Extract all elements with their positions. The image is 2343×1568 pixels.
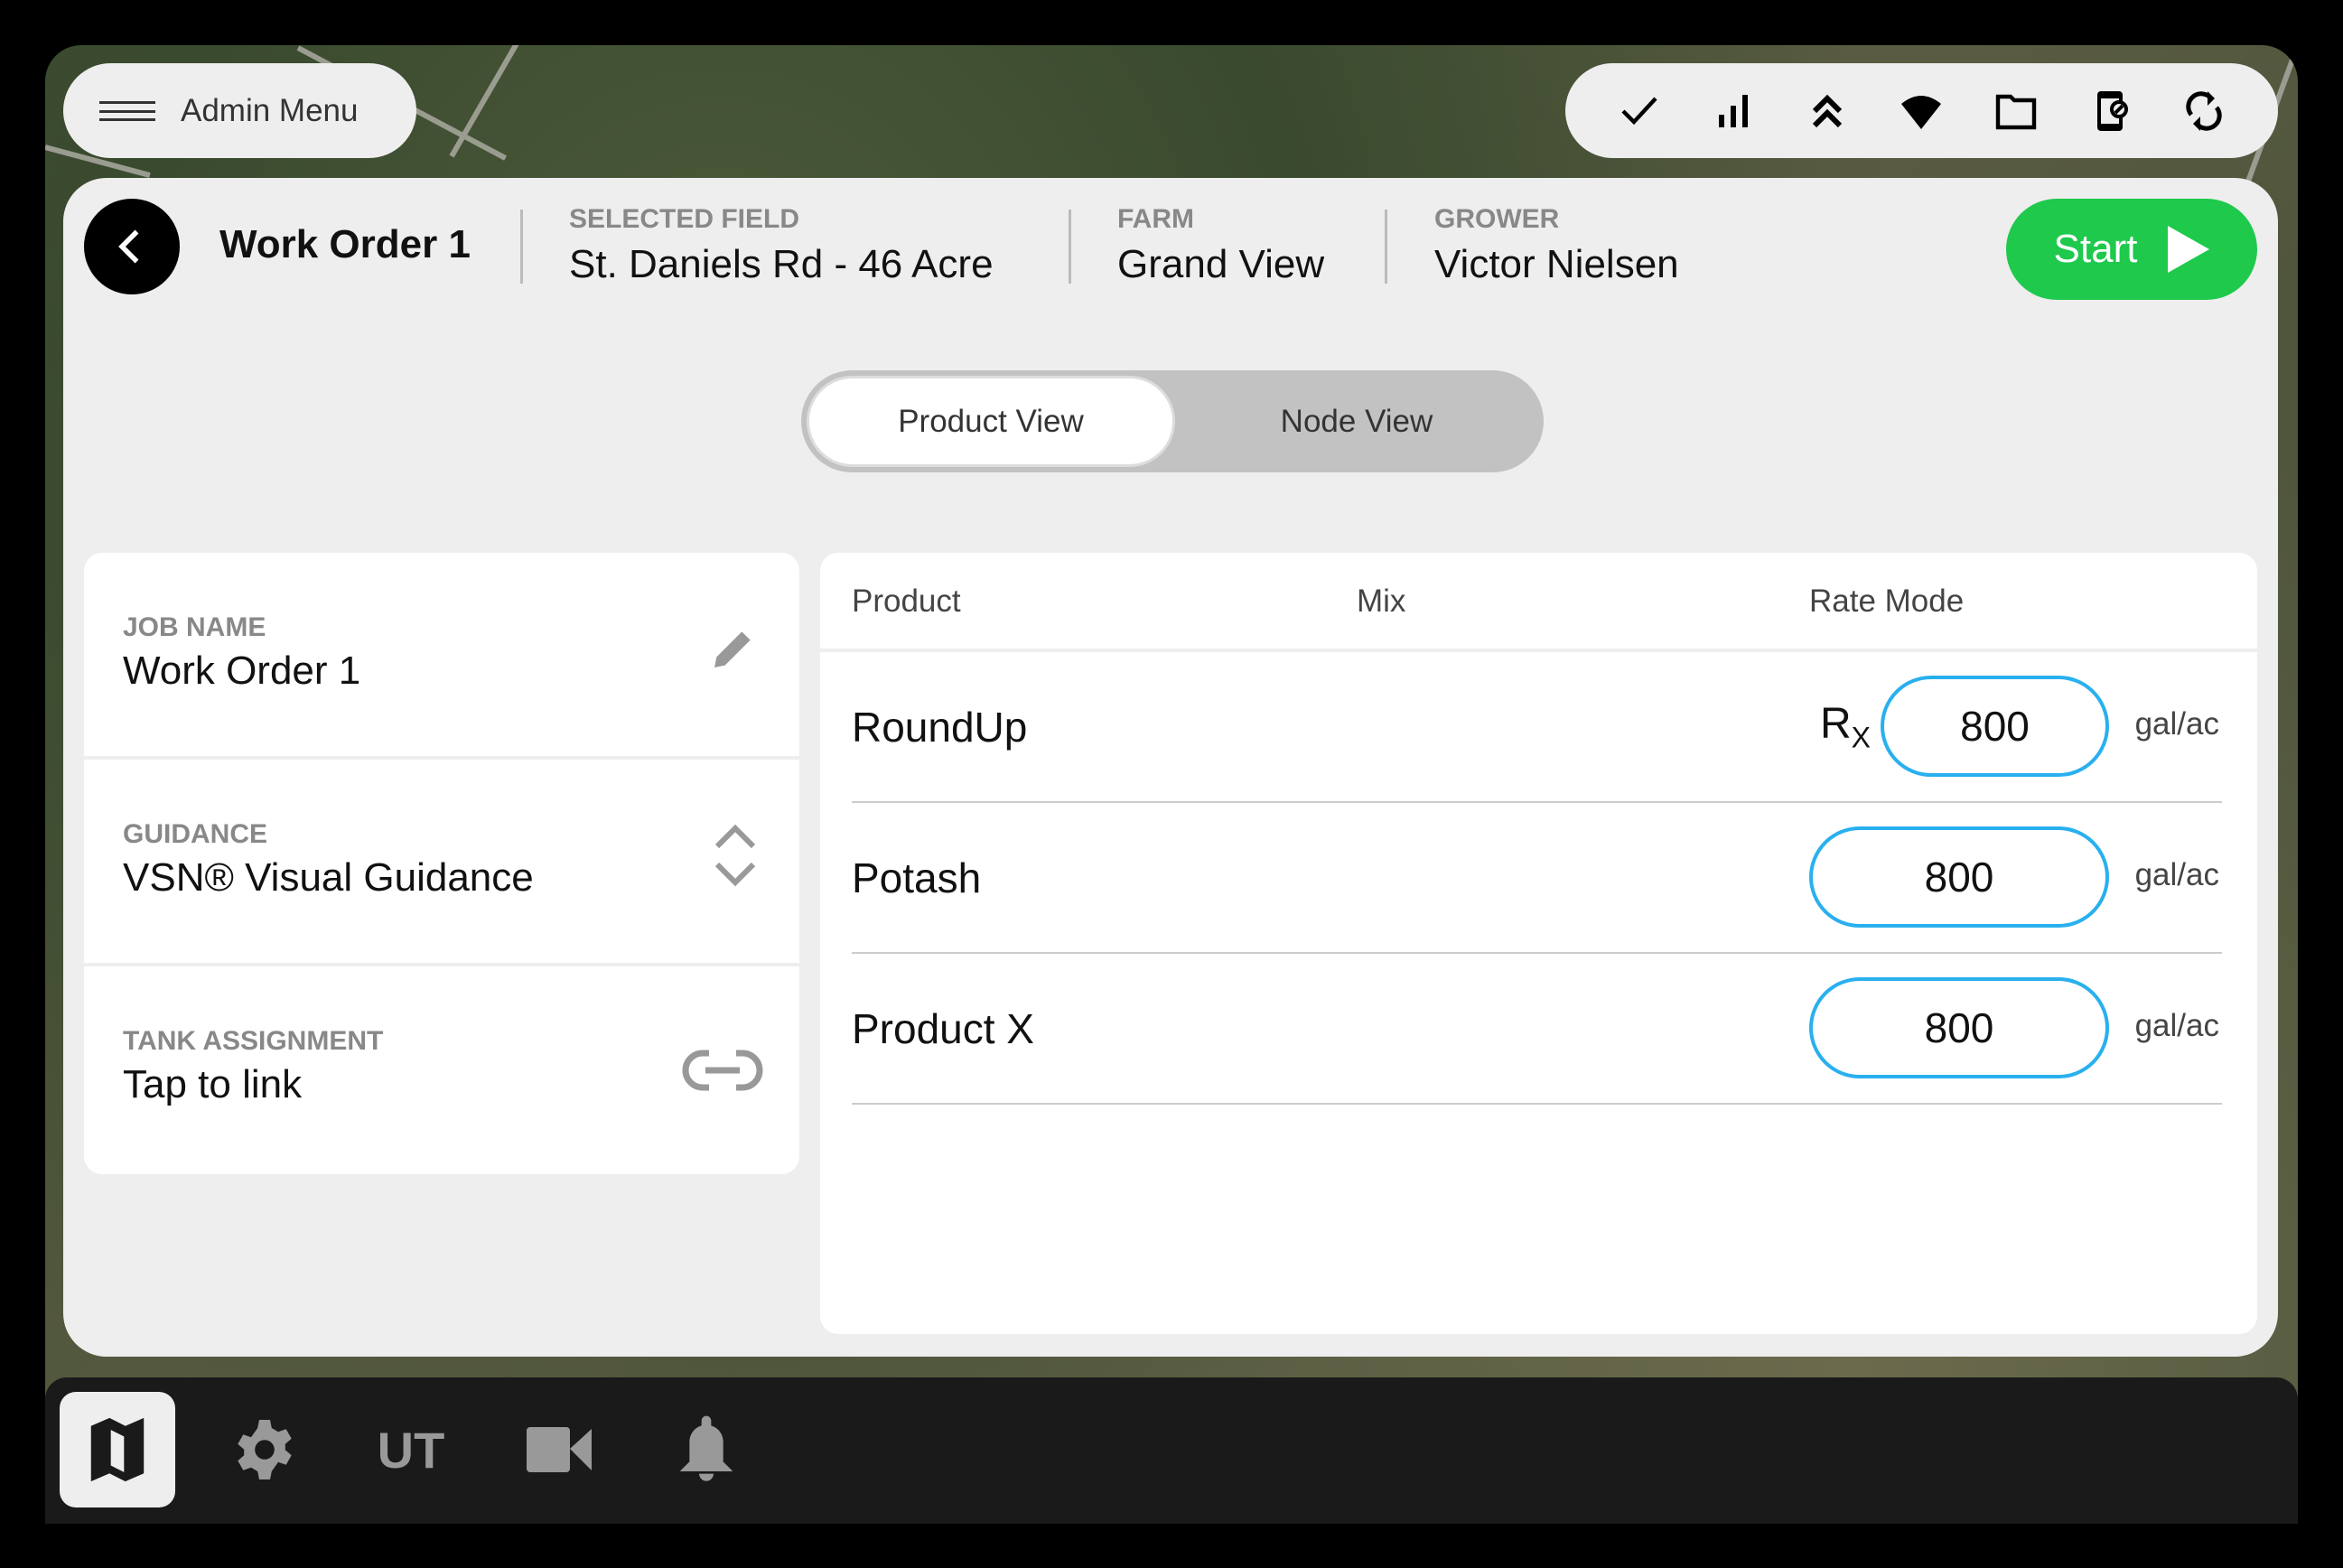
product-name: RoundUp [852,704,1028,751]
gear-icon [238,1420,292,1479]
double-chevron-up-icon[interactable] [1806,89,1849,133]
wifi-icon[interactable] [1900,89,1943,133]
rate-input[interactable]: 800 [1809,977,2109,1078]
farm-value: Grand View [1117,242,1325,286]
rate-unit: gal/ac [2134,1008,2219,1043]
pencil-icon[interactable] [708,623,759,674]
rx-label: R [1820,700,1852,748]
status-bar [1565,63,2278,158]
column-header-mix: Mix [1357,583,1406,619]
tank-assignment-label: TANK ASSIGNMENT [123,1026,384,1056]
column-header-product: Product [852,583,961,619]
bell-icon [679,1415,733,1481]
tank-assignment-row[interactable]: TANK ASSIGNMENT Tap to link [84,966,799,1173]
guidance-value: VSN® Visual Guidance [123,855,534,900]
signal-bars-icon[interactable] [1712,89,1755,133]
divider [1385,210,1387,284]
rate-unit: gal/ac [2134,857,2219,892]
tank-assignment-value: Tap to link [123,1062,303,1106]
rate-input[interactable]: 800 [1881,676,2109,777]
selected-field-label: SELECTED FIELD [569,204,800,234]
grower-label: GROWER [1434,204,1560,234]
bottom-nav: UT [45,1377,2298,1524]
table-row: Product X 800 gal/ac [852,954,2222,1105]
product-name: Product X [852,1005,1034,1052]
admin-menu-button[interactable]: Admin Menu [63,63,416,158]
play-icon [2168,226,2210,273]
nav-notifications[interactable] [649,1392,764,1507]
sync-icon[interactable] [2182,89,2226,133]
job-details-card: JOB NAME Work Order 1 GUIDANCE VSN® Visu… [84,553,799,1174]
page-title: Work Order 1 [219,222,471,266]
prescription-icon: RX [1820,699,1871,755]
nav-settings[interactable] [207,1392,322,1507]
table-row: RoundUp RX 800 gal/ac [852,652,2222,803]
nav-ut[interactable]: UT [353,1392,469,1507]
hamburger-icon [99,100,155,121]
tab-product-view[interactable]: Product View [807,376,1175,467]
tab-node-view[interactable]: Node View [1175,376,1538,467]
divider [520,210,523,284]
table-row: Potash 800 gal/ac [852,803,2222,954]
admin-menu-label: Admin Menu [181,92,359,128]
farm-label: FARM [1117,204,1194,234]
video-camera-icon [527,1427,592,1472]
selected-field-value: St. Daniels Rd - 46 Acre [569,242,994,286]
column-header-rate-mode: Rate Mode [1809,583,1965,619]
start-label: Start [2053,227,2138,271]
chevron-left-icon [118,229,139,264]
rate-unit: gal/ac [2134,706,2219,742]
job-name-row[interactable]: JOB NAME Work Order 1 [84,553,799,760]
check-icon[interactable] [1618,89,1661,133]
map-icon [90,1417,145,1482]
job-name-label: JOB NAME [123,612,266,642]
products-table: Product Mix Rate Mode RoundUp RX 800 gal… [820,553,2257,1334]
link-icon[interactable] [682,1048,763,1093]
nav-camera[interactable] [501,1392,617,1507]
job-name-value: Work Order 1 [123,649,361,693]
rx-sub: X [1851,721,1872,754]
start-button[interactable]: Start [2006,199,2257,300]
grower-value: Victor Nielsen [1434,242,1679,286]
rate-input[interactable]: 800 [1809,826,2109,928]
ut-label: UT [377,1421,445,1479]
view-toggle: Product View Node View [801,370,1544,472]
phone-blocked-icon[interactable] [2088,89,2132,133]
product-name: Potash [852,854,982,901]
guidance-row[interactable]: GUIDANCE VSN® Visual Guidance [84,760,799,966]
nav-map[interactable] [60,1392,175,1507]
guidance-label: GUIDANCE [123,819,268,849]
divider [1069,210,1071,284]
back-button[interactable] [84,199,180,294]
chevron-up-down-icon[interactable] [712,823,759,888]
folder-icon[interactable] [1994,89,2038,133]
